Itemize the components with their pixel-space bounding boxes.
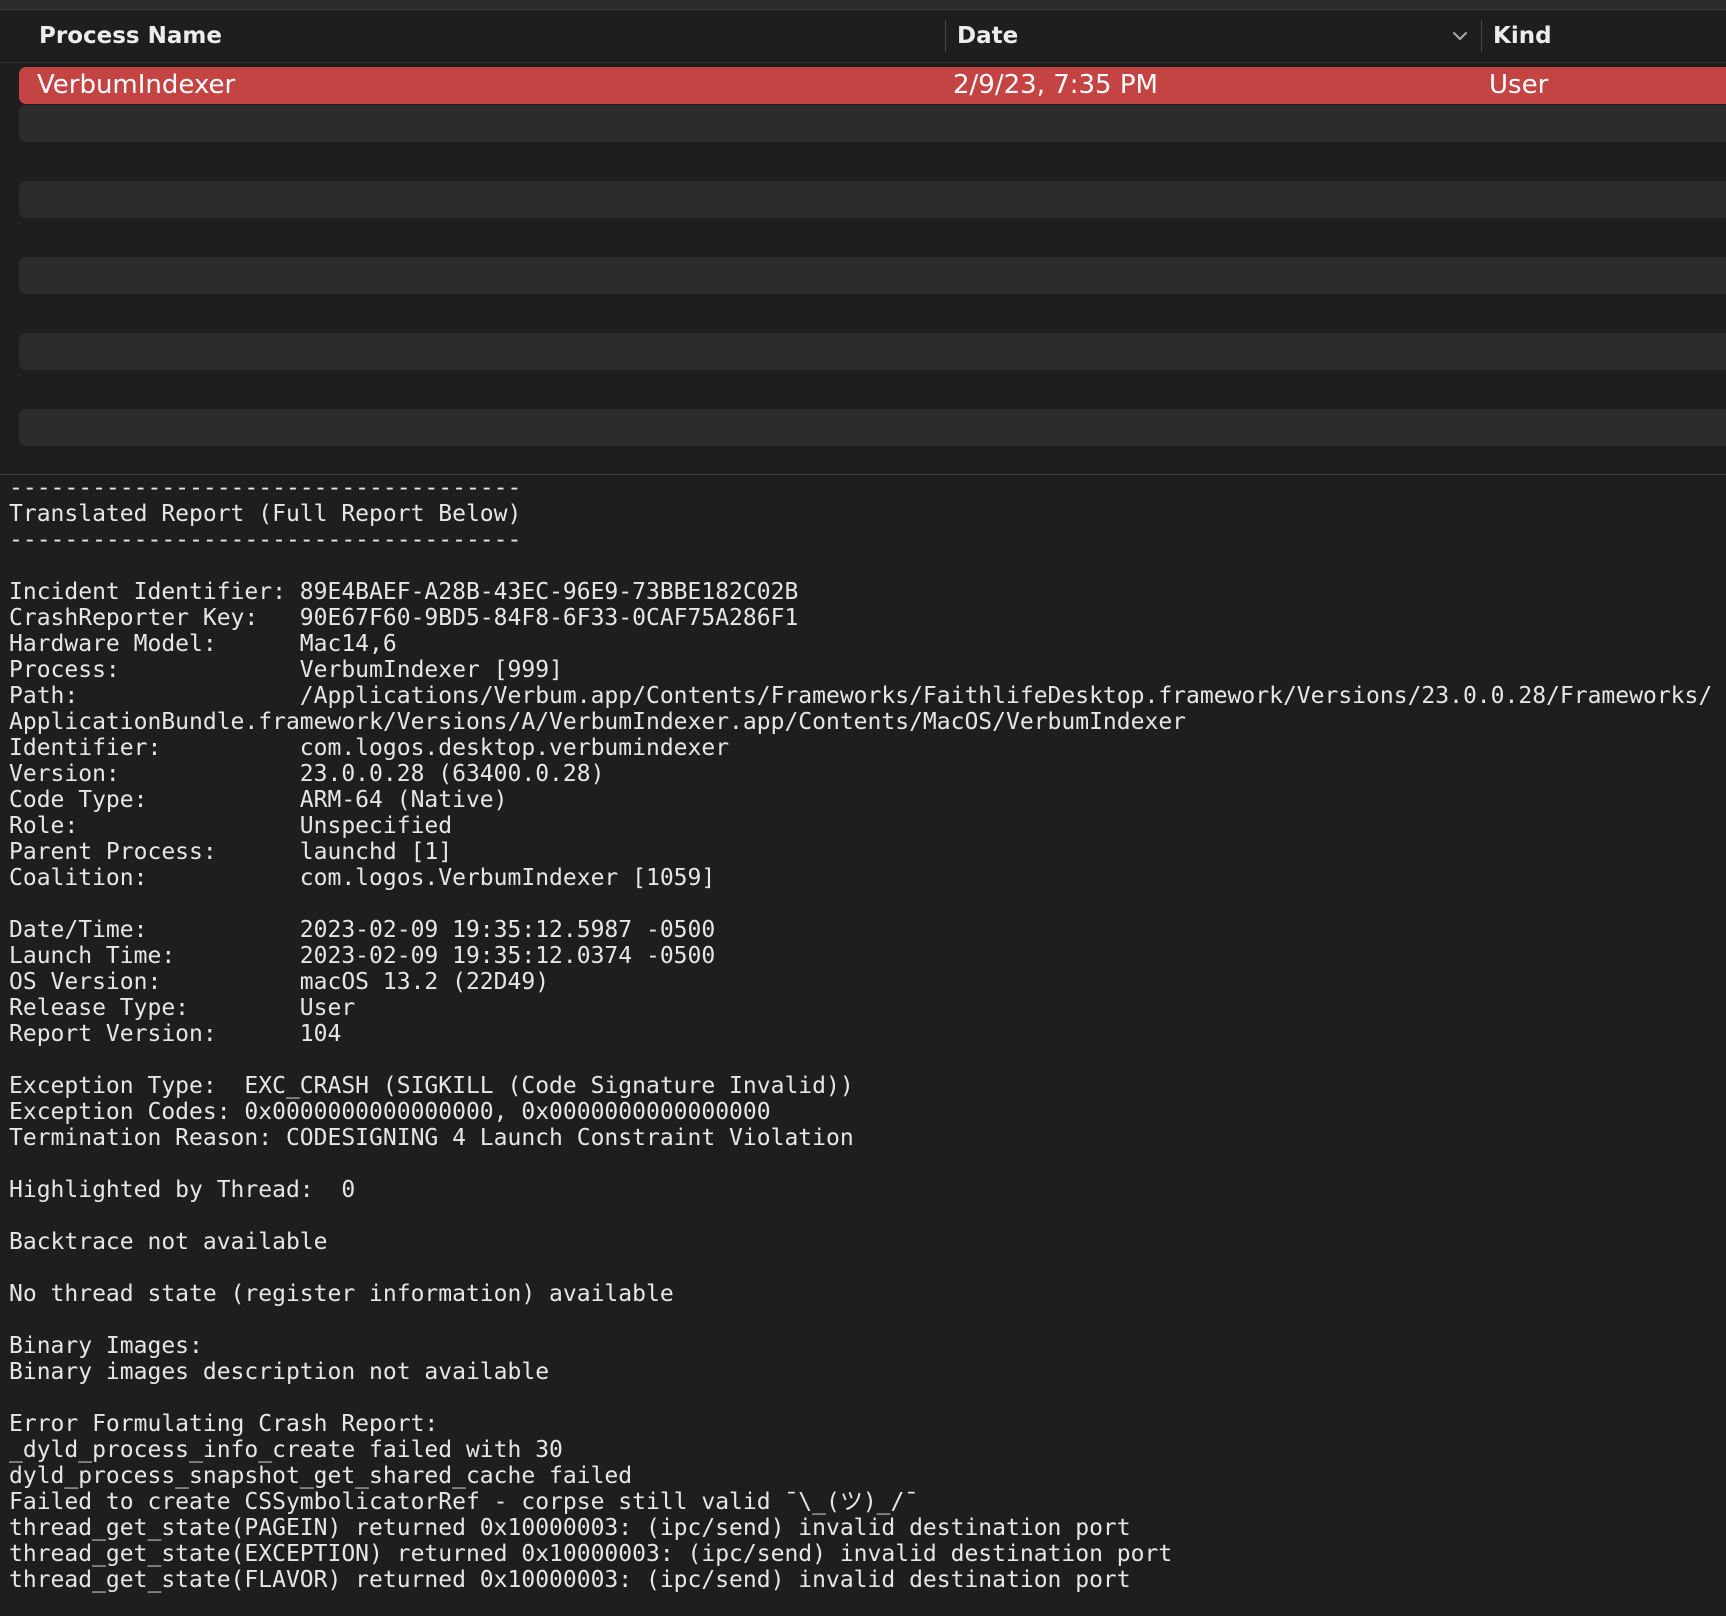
report-line: Path: /Applications/Verbum.app/Contents/…: [9, 683, 1713, 709]
report-line: Hardware Model: Mac14,6: [9, 631, 397, 657]
report-line: Parent Process: launchd [1]: [9, 839, 453, 865]
report-line: Incident Identifier: 89E4BAEF-A28B-43EC-…: [9, 579, 799, 605]
cell-date: 2/9/23, 7:35 PM: [953, 70, 1158, 100]
report-line: Binary Images:: [9, 1333, 203, 1359]
report-line: Exception Type: EXC_CRASH (SIGKILL (Code…: [9, 1073, 854, 1099]
report-line: [9, 1255, 1721, 1281]
report-line: Release Type: User: [9, 995, 356, 1021]
toolbar-edge: [0, 0, 1726, 10]
report-line: Launch Time: 2023-02-09 19:35:12.0374 -0…: [9, 943, 716, 969]
report-line: Highlighted by Thread: 0: [9, 1177, 356, 1203]
report-line: No thread state (register information) a…: [9, 1281, 674, 1307]
report-line: Backtrace not available: [9, 1229, 328, 1255]
empty-row: [19, 409, 1726, 446]
report-line: Exception Codes: 0x0000000000000000, 0x0…: [9, 1099, 771, 1125]
empty-row: [19, 333, 1726, 370]
report-line: [9, 1307, 1721, 1333]
report-line: thread_get_state(FLAVOR) returned 0x1000…: [9, 1567, 1131, 1593]
column-separator[interactable]: [945, 20, 946, 52]
report-line: Version: 23.0.0.28 (63400.0.28): [9, 761, 605, 787]
empty-row: [19, 181, 1726, 218]
report-line: Binary images description not available: [9, 1359, 550, 1385]
report-line: thread_get_state(EXCEPTION) returned 0x1…: [9, 1541, 1173, 1567]
empty-row: [19, 105, 1726, 142]
empty-row: [19, 257, 1726, 294]
column-header-kind[interactable]: Kind: [1493, 10, 1552, 62]
report-line: [9, 1047, 1721, 1073]
crash-report-window: Process Name Date Kind VerbumIndexer 2/9…: [0, 0, 1726, 1616]
cell-process-name: VerbumIndexer: [37, 70, 236, 100]
report-line: -------------------------------------: [9, 475, 522, 501]
chevron-down-icon[interactable]: [1450, 28, 1470, 44]
column-header-process-name[interactable]: Process Name: [39, 10, 222, 62]
report-line: [9, 1203, 1721, 1229]
report-line: Failed to create CSSymbolicatorRef - cor…: [9, 1489, 919, 1515]
report-line: CrashReporter Key: 90E67F60-9BD5-84F8-6F…: [9, 605, 799, 631]
report-line: ApplicationBundle.framework/Versions/A/V…: [9, 709, 1187, 735]
cell-kind: User: [1489, 70, 1549, 100]
report-line: [9, 1151, 1721, 1177]
report-line: Code Type: ARM-64 (Native): [9, 787, 508, 813]
report-line: Translated Report (Full Report Below): [9, 501, 522, 527]
report-line: Termination Reason: CODESIGNING 4 Launch…: [9, 1125, 854, 1151]
report-line: Process: VerbumIndexer [999]: [9, 657, 563, 683]
report-line: Identifier: com.logos.desktop.verbuminde…: [9, 735, 730, 761]
report-line: Coalition: com.logos.VerbumIndexer [1059…: [9, 865, 716, 891]
report-line: [9, 1385, 1721, 1411]
report-line: dyld_process_snapshot_get_shared_cache f…: [9, 1463, 633, 1489]
report-line: Role: Unspecified: [9, 813, 453, 839]
report-line: Report Version: 104: [9, 1021, 342, 1047]
process-table[interactable]: Process Name Date Kind VerbumIndexer 2/9…: [0, 10, 1726, 474]
report-line: Error Formulating Crash Report:: [9, 1411, 439, 1437]
report-line: thread_get_state(PAGEIN) returned 0x1000…: [9, 1515, 1131, 1541]
crash-report-text[interactable]: ------------------------------------- Tr…: [9, 475, 1721, 1611]
column-separator[interactable]: [1481, 20, 1482, 52]
report-line: -------------------------------------: [9, 527, 522, 553]
table-row[interactable]: VerbumIndexer 2/9/23, 7:35 PM User: [19, 67, 1726, 104]
report-line: Date/Time: 2023-02-09 19:35:12.5987 -050…: [9, 917, 716, 943]
report-line: [9, 553, 1721, 579]
report-line: _dyld_process_info_create failed with 30: [9, 1437, 563, 1463]
report-line: OS Version: macOS 13.2 (22D49): [9, 969, 550, 995]
column-header-date[interactable]: Date: [957, 10, 1018, 62]
table-header: Process Name Date Kind: [0, 10, 1726, 63]
report-line: [9, 891, 1721, 917]
